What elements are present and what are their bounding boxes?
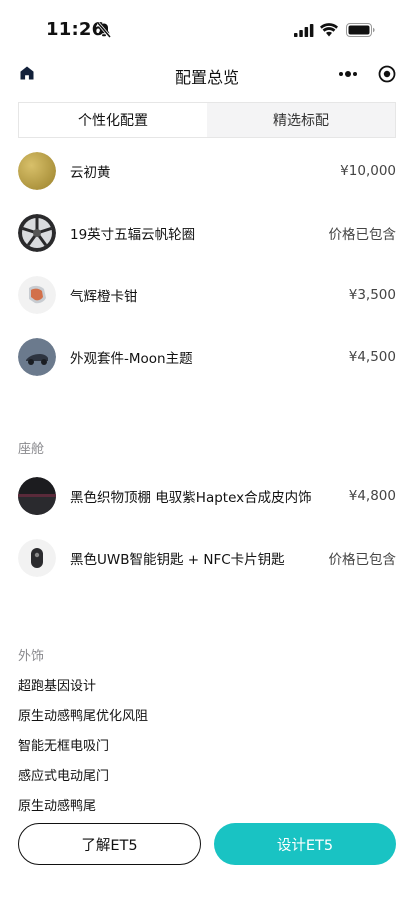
cabin-item-interior[interactable]: 黑色织物顶棚 电驭紫Haptex合成皮内饰 ¥4,800 (18, 476, 396, 516)
item-name: 外观套件-Moon主题 (70, 351, 193, 367)
item-price: ¥4,500 (348, 349, 396, 365)
config-item-caliper[interactable]: 气辉橙卡钳 ¥3,500 (18, 275, 396, 315)
item-price: ¥3,500 (348, 287, 396, 303)
brake-caliper-icon (18, 276, 56, 314)
status-time: 11:26 (46, 19, 105, 40)
exterior-feature: 原生动感鸭尾优化风阻 (18, 709, 149, 724)
exterior-feature: 感应式电动尾门 (18, 769, 110, 784)
item-name: 黑色织物顶棚 电驭紫Haptex合成皮内饰 (70, 490, 312, 506)
item-name: 黑色UWB智能钥匙 + NFC卡片钥匙 (70, 552, 285, 568)
config-tabs: 个性化配置 精选标配 (18, 102, 396, 138)
wifi-icon (320, 23, 338, 37)
smart-key-icon (18, 539, 56, 577)
exterior-feature: 超跑基因设计 (18, 679, 97, 694)
tab-personalized[interactable]: 个性化配置 (19, 103, 207, 137)
design-et5-button[interactable]: 设计ET5 (214, 823, 396, 865)
footer-actions: 了解ET5 设计ET5 (0, 812, 414, 900)
battery-icon (346, 23, 375, 37)
item-name: 19英寸五辐云帆轮圈 (70, 227, 196, 243)
signal-icon (294, 24, 314, 37)
nav-bar: 配置总览 (0, 56, 414, 92)
moon-kit-icon (18, 338, 56, 376)
gold-paint-swatch-icon (18, 152, 56, 190)
section-title-exterior: 外饰 (18, 649, 45, 664)
learn-et5-button[interactable]: 了解ET5 (18, 823, 201, 865)
cabin-item-smart-key[interactable]: 黑色UWB智能钥匙 + NFC卡片钥匙 价格已包含 (18, 538, 396, 578)
item-price: ¥4,800 (348, 488, 396, 504)
interior-swatch-icon (18, 477, 56, 515)
bell-slash-icon (97, 22, 111, 38)
item-price: 价格已包含 (328, 552, 397, 568)
item-name: 云初黄 (70, 165, 111, 181)
config-item-moon-kit[interactable]: 外观套件-Moon主题 ¥4,500 (18, 337, 396, 377)
section-title-cabin: 座舱 (18, 442, 45, 457)
config-item-paint[interactable]: 云初黄 ¥10,000 (18, 151, 396, 191)
tab-standard[interactable]: 精选标配 (207, 103, 395, 137)
exterior-feature: 智能无框电吸门 (18, 739, 110, 754)
item-price: 价格已包含 (328, 227, 397, 243)
item-price: ¥10,000 (340, 163, 396, 179)
config-item-wheel[interactable]: 19英寸五辐云帆轮圈 价格已包含 (18, 213, 396, 253)
mini-program-capsule (330, 58, 404, 90)
close-target-icon[interactable] (378, 65, 396, 83)
more-icon[interactable] (338, 68, 358, 80)
item-name: 气辉橙卡钳 (70, 289, 138, 305)
wheel-rim-icon (18, 214, 56, 252)
status-bar: 11:26 (0, 0, 414, 52)
